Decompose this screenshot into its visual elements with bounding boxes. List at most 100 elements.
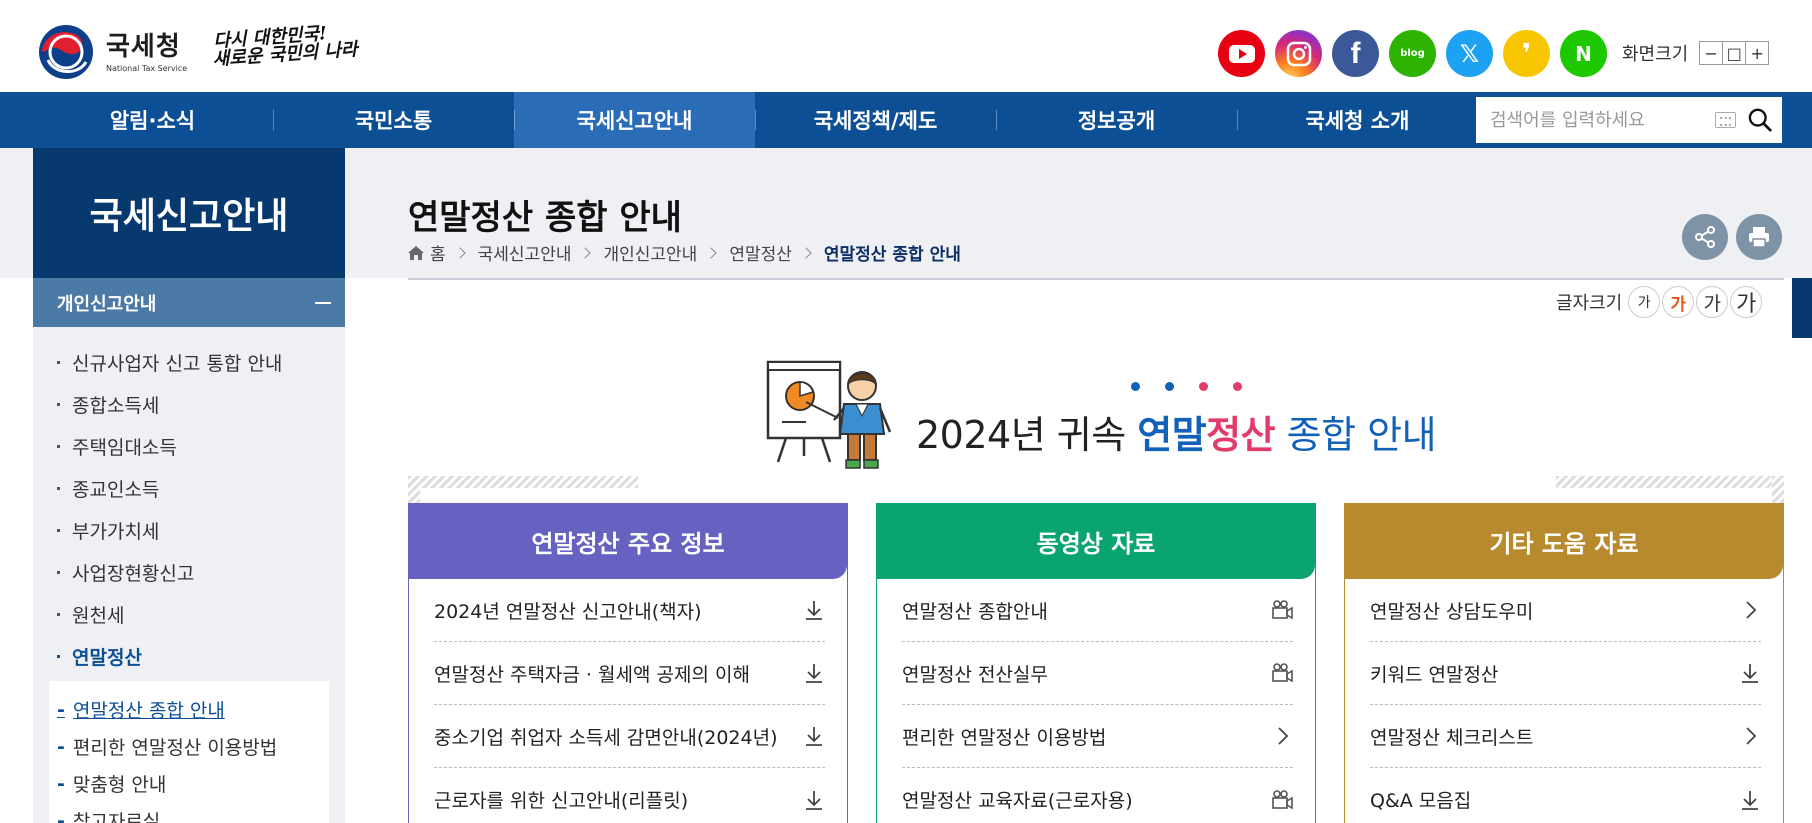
card-link[interactable]: 중소기업 취업자 소득세 감면안내(2024년) bbox=[434, 705, 825, 768]
breadcrumb-item[interactable]: 국세신고안내 bbox=[478, 240, 572, 265]
gnb-item-news[interactable]: 알림·소식 bbox=[32, 92, 273, 148]
slogan: 다시 대한민국! 새로운 국민의 나라 bbox=[212, 23, 358, 70]
sidebar-item-business-status[interactable]: 사업장현황신고 bbox=[33, 551, 345, 593]
card-link-label: 연말정산 전산실무 bbox=[902, 663, 1048, 686]
dash-icon: - bbox=[57, 809, 65, 823]
banner-headline-prefix: 2024년 귀속 bbox=[916, 413, 1138, 457]
kakao-link[interactable]: ❜ bbox=[1503, 30, 1550, 77]
breadcrumb-item[interactable]: 개인신고안내 bbox=[603, 240, 697, 265]
youtube-link[interactable] bbox=[1218, 30, 1265, 77]
facebook-link[interactable]: f bbox=[1332, 30, 1379, 77]
sidebar-item-year-end[interactable]: 연말정산 bbox=[33, 635, 345, 677]
sidebar-item-income-tax[interactable]: 종합소득세 bbox=[33, 383, 345, 425]
card-link-label: 2024년 연말정산 신고안내(책자) bbox=[434, 600, 702, 623]
banner-headline-highlight-1: 연말 bbox=[1137, 413, 1207, 457]
font-size-normal-button[interactable]: 가 bbox=[1662, 286, 1695, 318]
breadcrumb-item[interactable]: 연말정산 bbox=[729, 240, 792, 265]
font-size-large-button[interactable]: 가 bbox=[1696, 286, 1729, 318]
x-link[interactable]: 𝕏 bbox=[1446, 30, 1493, 77]
sidebar-item-vat[interactable]: 부가가치세 bbox=[33, 509, 345, 551]
card-link[interactable]: Q&A 모음집 bbox=[1370, 768, 1761, 823]
submenu-item-label: 편리한 연말정산 이용방법 bbox=[72, 737, 278, 759]
screen-zoom-out-button[interactable]: − bbox=[1699, 41, 1724, 65]
card-link[interactable]: 연말정산 체크리스트 bbox=[1370, 705, 1761, 768]
submenu-item-how-to-use[interactable]: - 편리한 연말정산 이용방법 bbox=[57, 728, 329, 765]
card-link[interactable]: 연말정산 상담도우미 bbox=[1370, 579, 1761, 642]
facebook-icon: f bbox=[1350, 36, 1361, 70]
breadcrumb-separator-icon bbox=[705, 246, 717, 259]
sidebar-item-label: 원천세 bbox=[72, 604, 125, 627]
card-link[interactable]: 연말정산 전산실무 bbox=[902, 642, 1293, 705]
gnb-item-disclosure[interactable]: 정보공개 bbox=[996, 92, 1237, 148]
search-input[interactable] bbox=[1476, 98, 1715, 142]
dash-icon: - bbox=[57, 698, 65, 721]
naver-post-link[interactable]: N bbox=[1560, 30, 1607, 77]
card-link[interactable]: 연말정산 교육자료(근로자용) bbox=[902, 768, 1293, 823]
blog-link[interactable]: blog bbox=[1389, 30, 1436, 77]
chevron-right-icon bbox=[1278, 727, 1289, 745]
card-link-label: 근로자를 위한 신고안내(리플릿) bbox=[434, 790, 689, 812]
sidebar-item-withholding[interactable]: 원천세 bbox=[33, 593, 345, 635]
blog-icon: blog bbox=[1400, 48, 1425, 59]
x-icon: 𝕏 bbox=[1459, 39, 1480, 68]
card-link[interactable]: 편리한 연말정산 이용방법 bbox=[902, 705, 1293, 768]
share-icon bbox=[1695, 226, 1715, 248]
download-icon bbox=[1742, 790, 1758, 810]
breadcrumb-home[interactable]: 홈 bbox=[430, 240, 446, 265]
card-link-label: 연말정산 주택자금 · 월세액 공제의 이해 bbox=[434, 663, 750, 686]
download-icon bbox=[806, 790, 822, 810]
gnb-item-tax-policy[interactable]: 국세정책/제도 bbox=[755, 92, 996, 148]
submenu-item-references[interactable]: - 참고자료실 bbox=[57, 802, 329, 823]
sidebar-item-religious-income[interactable]: 종교인소득 bbox=[33, 467, 345, 509]
banner-headline-suffix: 종합 안내 bbox=[1275, 413, 1437, 457]
card-link[interactable]: 연말정산 종합안내 bbox=[902, 579, 1293, 642]
instagram-link[interactable] bbox=[1275, 30, 1322, 77]
gnb-item-tax-filing[interactable]: 국세신고안내 bbox=[514, 92, 755, 148]
sidebar-menu: 신규사업자 신고 통합 안내 종합소득세 주택임대소득 종교인소득 부가가치세 … bbox=[33, 327, 345, 823]
sidebar-item-new-business[interactable]: 신규사업자 신고 통합 안내 bbox=[33, 341, 345, 383]
naver-post-icon: N bbox=[1575, 41, 1592, 66]
font-size-xlarge-button[interactable]: 가 bbox=[1730, 286, 1763, 318]
search-icon[interactable] bbox=[1746, 102, 1774, 138]
breadcrumb-separator-icon bbox=[453, 246, 466, 259]
banner-dot bbox=[1131, 382, 1140, 391]
screen-zoom-in-button[interactable]: + bbox=[1745, 41, 1770, 65]
bullet-icon bbox=[57, 360, 60, 364]
bullet-icon bbox=[57, 486, 60, 490]
banner-headline-highlight-2: 정산 bbox=[1206, 413, 1276, 457]
font-size-label: 글자크기 bbox=[1556, 293, 1623, 314]
submenu-item-custom[interactable]: - 맞춤형 안내 bbox=[57, 765, 329, 802]
quick-menu-tab[interactable] bbox=[1792, 278, 1812, 338]
card-link-label: Q&A 모음집 bbox=[1370, 790, 1472, 812]
card-link[interactable]: 2024년 연말정산 신고안내(책자) bbox=[434, 579, 825, 642]
breadcrumb-separator-icon bbox=[800, 246, 812, 259]
card-link[interactable]: 근로자를 위한 신고안내(리플릿) bbox=[434, 768, 825, 823]
gnb-item-communication[interactable]: 국민소통 bbox=[273, 92, 514, 148]
screen-zoom-reset-button[interactable]: □ bbox=[1722, 41, 1747, 65]
info-cards: 연말정산 주요 정보 2024년 연말정산 신고안내(책자) 연말정산 주택자금… bbox=[408, 503, 1784, 823]
card-main-info: 연말정산 주요 정보 2024년 연말정산 신고안내(책자) 연말정산 주택자금… bbox=[408, 503, 848, 823]
breadcrumb-current: 연말정산 종합 안내 bbox=[823, 245, 961, 265]
taegeuk-emblem-icon bbox=[39, 25, 93, 79]
virtual-keyboard-icon[interactable] bbox=[1715, 112, 1736, 128]
download-icon bbox=[1742, 664, 1758, 683]
font-size-small-button[interactable]: 가 bbox=[1628, 286, 1661, 318]
sidebar-item-rental-income[interactable]: 주택임대소득 bbox=[33, 425, 345, 467]
sidebar-section-toggle[interactable]: 개인신고안내 bbox=[33, 278, 345, 327]
banner-dot bbox=[1199, 382, 1208, 391]
sidebar-item-label: 종교인소득 bbox=[72, 478, 160, 501]
banner-frame-top-right bbox=[1556, 476, 1784, 488]
chevron-right-icon bbox=[1746, 601, 1757, 619]
card-link-label: 연말정산 종합안내 bbox=[902, 600, 1048, 623]
gnb-item-about[interactable]: 국세청 소개 bbox=[1237, 92, 1478, 148]
submenu-item-label: 연말정산 종합 안내 bbox=[72, 700, 225, 722]
submenu-item-overview[interactable]: - 연말정산 종합 안내 bbox=[57, 691, 329, 728]
site-logo[interactable]: 국세청 National Tax Service bbox=[38, 24, 187, 80]
print-button[interactable] bbox=[1736, 214, 1782, 260]
share-button[interactable] bbox=[1682, 214, 1728, 260]
card-link[interactable]: 연말정산 주택자금 · 월세액 공제의 이해 bbox=[434, 642, 825, 705]
breadcrumb: 홈 국세신고안내 개인신고안내 연말정산 연말정산 종합 안내 bbox=[408, 240, 961, 265]
bullet-icon bbox=[57, 612, 60, 616]
card-link[interactable]: 키워드 연말정산 bbox=[1370, 642, 1761, 705]
video-icon bbox=[1272, 663, 1293, 683]
